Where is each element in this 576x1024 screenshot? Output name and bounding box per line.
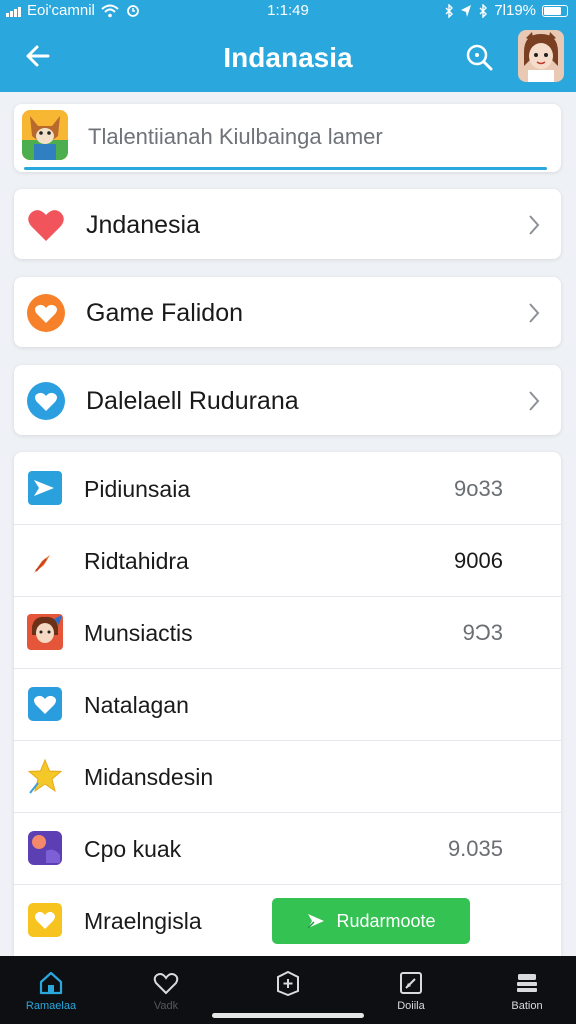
chevron-right-icon xyxy=(529,215,540,235)
search-card[interactable]: Tlalentiianah Kiulbainga lamer xyxy=(14,104,561,172)
tab-edit[interactable]: Doiila xyxy=(366,956,456,1024)
status-bar: Eoi'camnil 1:1:49 7l19% xyxy=(0,0,576,22)
chevron-right-icon xyxy=(529,391,540,411)
stack-icon xyxy=(517,974,537,992)
list-item[interactable]: Mraelngisla Rudarmoote xyxy=(14,884,561,956)
list-item[interactable]: Natalagan xyxy=(14,668,561,741)
list-item-label: Pidiunsaia xyxy=(84,476,191,502)
nav-item-game-falidon[interactable]: Game Falidon xyxy=(14,277,561,347)
tab-label: Bation xyxy=(511,1000,543,1012)
orange-heart-icon xyxy=(27,294,65,332)
heart-badge-icon xyxy=(28,687,62,721)
tab-stack[interactable]: Bation xyxy=(482,956,572,1024)
blue-heart-icon xyxy=(27,382,65,420)
list-item-value: 9.035 xyxy=(447,836,503,861)
home-icon xyxy=(39,971,63,995)
list-item[interactable]: Cpo kuak 9.035 xyxy=(14,812,561,885)
tab-favorites[interactable]: Vadk xyxy=(121,956,211,1024)
tab-label: Ramaelaa xyxy=(25,1000,77,1012)
list-item-label: Ridtahidra xyxy=(84,548,189,574)
heart-icon xyxy=(28,210,64,241)
send-icon xyxy=(307,914,325,929)
edit-square-icon xyxy=(400,972,422,994)
list-item-value: 9Ɔ3 xyxy=(462,620,503,645)
purple-app-icon xyxy=(28,831,62,865)
rocket-icon xyxy=(34,555,50,573)
battery-percent: 7l19% xyxy=(494,2,536,19)
tab-label: Vadk xyxy=(153,1000,179,1012)
tab-home[interactable]: Ramaelaa xyxy=(6,956,96,1024)
action-button-label: Rudarmoote xyxy=(336,910,436,931)
list-item-label: Cpo kuak xyxy=(84,836,182,862)
app-list: Pidiunsaia 9o33 Ridtahidra 9006 Munsiact… xyxy=(14,452,561,956)
list-item-value: 9006 xyxy=(454,548,503,573)
search-underline xyxy=(24,167,547,170)
search-input[interactable]: Tlalentiianah Kiulbainga lamer xyxy=(88,124,383,150)
heart-outline-icon xyxy=(153,973,179,995)
chevron-right-icon xyxy=(529,303,540,323)
list-item-label: Natalagan xyxy=(84,692,189,718)
app-bar: Indanasia xyxy=(0,22,576,92)
list-item-value: 9o33 xyxy=(454,476,503,501)
nav-item-dalelaell-rudurana[interactable]: Dalelaell Rudurana xyxy=(14,365,561,435)
search-icon[interactable] xyxy=(464,42,494,72)
list-item[interactable]: Midansdesin xyxy=(14,740,561,813)
battery-icon xyxy=(542,4,568,17)
tab-label: Doiila xyxy=(397,1000,425,1012)
nav-item-jndanesia[interactable]: Jndanesia xyxy=(14,189,561,259)
bluetooth-small-icon xyxy=(479,3,488,18)
nav-item-label: Game Falidon xyxy=(86,299,244,327)
bluetooth-icon xyxy=(445,3,454,18)
list-item-label: Midansdesin xyxy=(84,764,214,790)
plus-square-icon xyxy=(277,970,299,996)
list-item[interactable]: Ridtahidra 9006 xyxy=(14,524,561,597)
nav-item-label: Jndanesia xyxy=(86,211,200,239)
list-item-label: Mraelngisla xyxy=(84,908,202,934)
avatar[interactable] xyxy=(518,30,564,82)
nav-item-label: Dalelaell Rudurana xyxy=(86,387,299,415)
location-icon xyxy=(461,4,472,17)
status-right: 7l19% xyxy=(444,2,568,19)
fox-app-icon xyxy=(22,110,68,160)
character-icon xyxy=(27,614,63,650)
list-item-label: Munsiactis xyxy=(84,620,193,646)
action-button[interactable]: Rudarmoote xyxy=(272,898,470,944)
list-item[interactable]: Munsiactis 9Ɔ3 xyxy=(14,596,561,669)
home-indicator xyxy=(212,1013,364,1018)
play-arrow-icon xyxy=(28,471,62,505)
star-icon xyxy=(27,758,63,794)
yellow-heart-icon xyxy=(28,903,62,937)
list-item[interactable]: Pidiunsaia 9o33 xyxy=(14,452,561,525)
